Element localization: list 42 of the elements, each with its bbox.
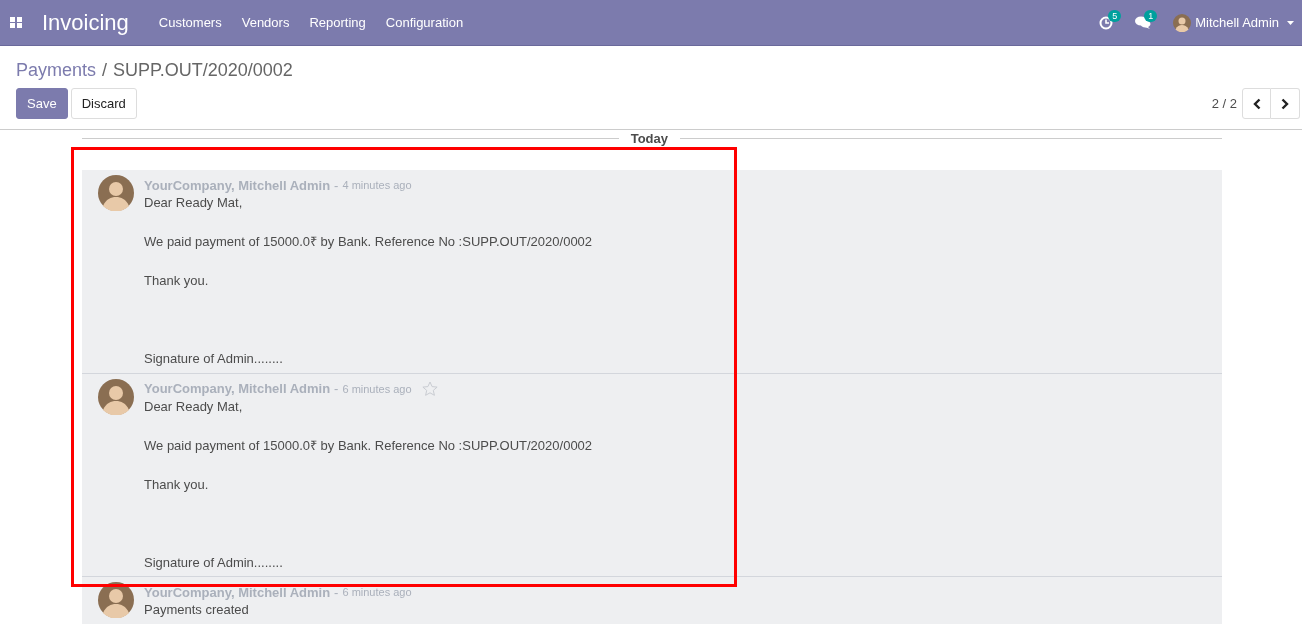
author-avatar [98,582,134,618]
chevron-left-icon [1252,97,1261,110]
menu-item[interactable]: Customers [158,15,222,30]
author-avatar [98,175,134,211]
user-avatar [1173,13,1192,32]
breadcrumb-separator: / [102,59,108,81]
apps-menu-icon[interactable] [10,17,22,28]
record-title: SUPP.OUT/2020/0002 [113,59,293,81]
message-time: 4 minutes ago [342,179,412,191]
message-text: We paid payment of 15000.0₹ by Bank. Reference No :SUPP.OUT/2020/0002 [144,233,593,251]
app-title: Invoicing [42,9,129,36]
message-text: Thank you. [144,475,210,494]
secondary-action-button[interactable]: Discard [70,88,137,119]
next-button[interactable] [1271,88,1300,119]
separator-dash: - [334,584,339,600]
message-text: Thank you. [144,272,210,290]
previous-button[interactable] [1242,88,1271,119]
menu-item[interactable]: Reporting [309,15,366,30]
author-avatar [98,378,134,415]
chevron-right-icon [1281,97,1289,110]
message-time: 6 minutes ago [342,382,412,395]
signature-text: Signature of Admin........ [144,350,284,368]
message-count-badge: 1 [1144,10,1158,22]
message-text: Payments created [144,601,250,619]
pager-value: 2 / 2 [1211,96,1237,111]
clock-icon[interactable] [1099,15,1114,30]
separator-dash: - [334,381,339,396]
activity-count-badge: 5 [1108,9,1122,22]
star-icon[interactable] [421,380,438,397]
date-separator: Today [629,131,669,146]
message-text: We paid payment of 15000.0₹ by Bank. Reference No :SUPP.OUT/2020/0002 [144,436,593,455]
menu-item[interactable]: Vendors [241,15,290,30]
message-time: 6 minutes ago [342,586,412,598]
primary-action-button[interactable]: Save [16,88,68,119]
message-text: Dear Ready Mat, [144,397,244,416]
breadcrumb-link[interactable]: Payments [16,59,97,81]
message-text: Dear Ready Mat, [144,194,244,212]
caret-icon[interactable] [1287,20,1294,25]
signature-text: Signature of Admin........ [144,553,284,572]
separator-dash: - [334,177,339,193]
user-name[interactable]: Mitchell Admin [1195,15,1279,30]
menu-item[interactable]: Configuration [385,15,464,30]
